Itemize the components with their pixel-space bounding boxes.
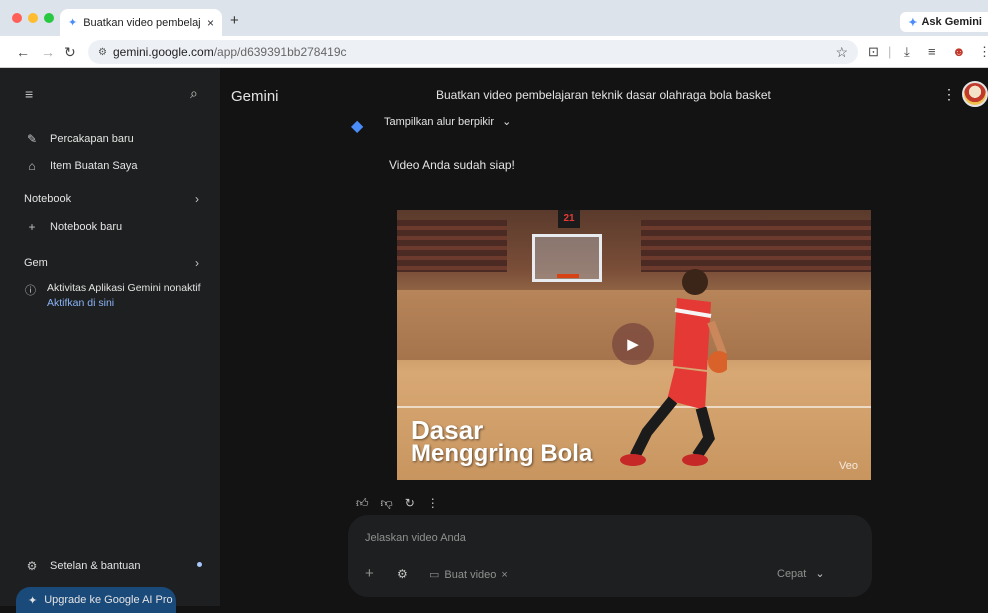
browser-menu-icon[interactable]: ⋮ — [978, 44, 988, 60]
video-rim — [557, 274, 579, 278]
gemini-sparkle-icon: ✦ — [68, 17, 78, 29]
sidebar-item-new-notebook[interactable]: + Notebook baru — [25, 220, 122, 234]
chip-close-icon[interactable]: × — [501, 569, 507, 581]
prompt-input[interactable]: Jelaskan video Anda — [365, 532, 466, 544]
video-icon: ▭ — [429, 569, 440, 581]
url-path: /app/d639391bb278419c — [213, 45, 347, 59]
activity-enable-link[interactable]: Aktifkan di sini — [47, 297, 114, 309]
more-options-icon[interactable]: ⋮ — [942, 86, 956, 103]
prompt-composer[interactable]: Jelaskan video Anda + ⚙ ▭ Buat video × C… — [348, 515, 872, 597]
play-icon[interactable]: ▶ — [612, 323, 654, 365]
info-icon: ⓘ — [25, 285, 36, 297]
new-tab-button[interactable]: + — [230, 12, 239, 29]
thumbs-up-icon[interactable]: 👍︎ — [356, 496, 369, 511]
video-overlay-title: Dasar Menggring Bola — [411, 415, 593, 467]
add-attachment-icon[interactable]: + — [365, 565, 374, 582]
create-video-label: Buat video — [444, 568, 497, 581]
sidebar-item-label: Notebook baru — [50, 221, 123, 233]
upgrade-button[interactable]: ✦ Upgrade ke Google AI Pro — [16, 587, 176, 613]
profile-icon[interactable]: ☻ — [952, 44, 966, 59]
sidebar: ≡ ⌕ ✎ Percakapan baru ⌂ Item Buatan Saya… — [0, 68, 220, 613]
browser-toolbar: ← → ↻ ⚙ gemini.google.com/app/d639391bb2… — [0, 36, 988, 68]
video-overlay-line1: Dasar — [411, 415, 484, 445]
gem-section-header[interactable]: Gem — [24, 257, 48, 269]
tools-icon[interactable]: ⚙ — [397, 567, 408, 581]
download-icon[interactable]: ⤓ — [904, 44, 910, 60]
forward-arrow-icon[interactable]: → — [41, 44, 55, 60]
ask-gemini-label: Ask Gemini — [921, 16, 982, 28]
more-vertical-icon[interactable]: ⋮ — [427, 496, 439, 511]
activity-title: Aktivitas Aplikasi Gemini nonaktif — [47, 282, 201, 294]
tab-close-icon[interactable]: × — [207, 16, 214, 30]
video-scoreboard: 21 — [558, 210, 580, 228]
notebook-section-header[interactable]: Notebook — [24, 193, 71, 205]
video-scene-stands — [397, 220, 507, 272]
address-bar[interactable]: ⚙ gemini.google.com/app/d639391bb278419c… — [88, 40, 858, 64]
edit-icon: ✎ — [26, 132, 38, 146]
chevron-right-icon[interactable]: › — [195, 192, 199, 206]
gemini-brand[interactable]: Gemini — [231, 88, 279, 105]
veo-watermark: Veo — [839, 460, 858, 472]
notification-dot — [197, 562, 202, 567]
sidebar-item-label: Item Buatan Saya — [50, 160, 138, 172]
video-player-figure — [620, 269, 727, 466]
bookmark-star-icon[interactable]: ☆ — [835, 44, 848, 61]
plus-icon: + — [28, 220, 36, 234]
browser-tab-active[interactable]: ✦ Buatkan video pembelajaran × — [60, 9, 222, 36]
sidebar-item-label: Percakapan baru — [50, 133, 134, 145]
chevron-down-icon: ⌄ — [815, 568, 825, 580]
main-content: Gemini Buatkan video pembelajaran teknik… — [220, 68, 988, 606]
gemini-sparkle-icon: ✦ — [908, 16, 918, 29]
shapes-icon: ⌂ — [28, 159, 36, 173]
show-thinking-label: Tampilkan alur berpikir — [384, 116, 495, 128]
url-host: gemini.google.com — [112, 45, 214, 59]
ask-gemini-button[interactable]: ✦ Ask Gemini — [900, 12, 988, 32]
model-mode-label: Cepat — [777, 568, 807, 580]
avatar[interactable] — [962, 81, 988, 107]
video-player[interactable]: 21 ▶ Dasar Menggring Bola Veo — [397, 210, 871, 480]
regenerate-icon[interactable]: ↻ — [405, 496, 415, 511]
search-icon[interactable]: ⌕ — [190, 85, 198, 102]
maximize-window-button[interactable] — [44, 13, 54, 23]
model-mode-selector[interactable]: Cepat ⌄ — [777, 567, 825, 580]
browser-tab-bar: ✦ Buatkan video pembelajaran × + ✦ Ask G… — [0, 0, 988, 36]
sidebar-item-label: Setelan & bantuan — [50, 560, 141, 572]
reload-icon[interactable]: ↻ — [64, 44, 76, 61]
sidebar-item-settings[interactable]: ⚙ Setelan & bantuan — [25, 559, 141, 573]
video-overlay-line2: Menggring Bola — [411, 440, 593, 467]
close-window-button[interactable] — [12, 13, 22, 23]
create-video-chip[interactable]: ▭ Buat video × — [429, 568, 508, 582]
response-actions: 👍︎ 👎︎ ↻ ⋮ — [356, 496, 439, 511]
tab-title: Buatkan video pembelajaran — [83, 16, 201, 29]
gear-icon: ⚙ — [26, 559, 38, 573]
response-text: Video Anda sudah siap! — [389, 158, 515, 172]
sidebar-item-my-items[interactable]: ⌂ Item Buatan Saya — [25, 159, 137, 173]
gemini-sparkle-icon: ✦ — [28, 594, 38, 607]
reading-list-icon[interactable]: ≡ — [928, 44, 936, 59]
site-info-icon[interactable]: ⚙ — [98, 47, 107, 58]
upgrade-label: Upgrade ke Google AI Pro — [44, 594, 173, 606]
show-thinking-toggle[interactable]: Tampilkan alur berpikir ⌄ — [384, 115, 511, 128]
toolbar-divider: | — [888, 44, 892, 59]
back-arrow-icon[interactable]: ← — [16, 44, 30, 60]
gemini-sparkle-icon: ◆ — [351, 118, 364, 135]
lens-icon[interactable]: ⊡ — [868, 44, 879, 60]
sidebar-item-new-chat[interactable]: ✎ Percakapan baru — [25, 132, 134, 146]
thumbs-down-icon[interactable]: 👎︎ — [381, 496, 393, 511]
hamburger-menu-icon[interactable]: ≡ — [25, 86, 33, 102]
chat-title: Buatkan video pembelajaran teknik dasar … — [436, 88, 771, 102]
chevron-right-icon[interactable]: › — [195, 256, 199, 270]
chevron-down-icon: ⌄ — [502, 116, 512, 128]
minimize-window-button[interactable] — [28, 13, 38, 23]
